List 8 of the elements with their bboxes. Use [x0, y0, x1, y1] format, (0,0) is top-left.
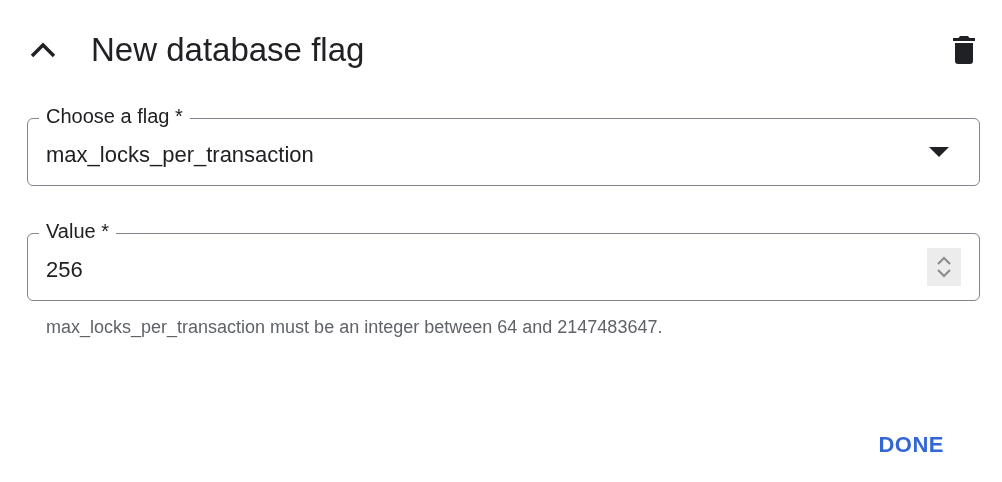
- done-button[interactable]: DONE: [854, 424, 966, 466]
- chevron-icon[interactable]: [29, 41, 57, 59]
- select-value: max_locks_per_transaction: [46, 141, 315, 168]
- section-title: New database flag: [91, 31, 366, 69]
- input-value: 256: [46, 256, 84, 283]
- trash-icon[interactable]: [953, 36, 975, 64]
- helper-text: max_locks_per_transaction must be an integer between 64 and 2147483647.: [46, 317, 664, 338]
- dropdown-arrow-icon: [929, 147, 949, 157]
